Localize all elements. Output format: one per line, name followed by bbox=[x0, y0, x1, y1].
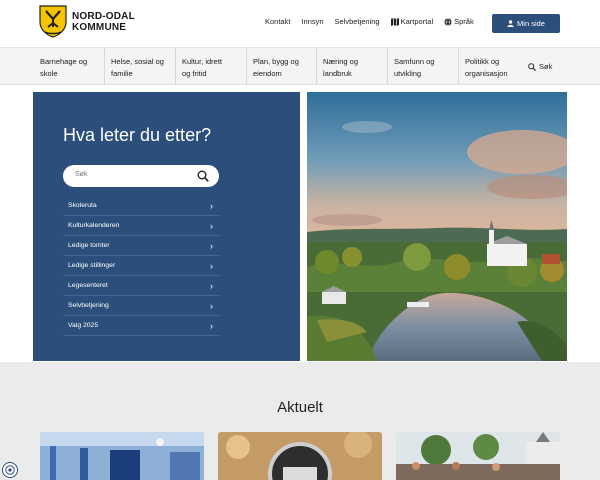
chevron-right-icon: › bbox=[210, 280, 213, 291]
kartportal-label: Kartportal bbox=[400, 17, 434, 26]
chevron-right-icon: › bbox=[210, 260, 213, 271]
map-icon bbox=[390, 17, 399, 26]
nav-search-button[interactable]: Søk bbox=[528, 62, 552, 71]
nav-label: utvikling bbox=[394, 68, 422, 78]
nav-label: og fritid bbox=[182, 68, 207, 78]
chevron-right-icon: › bbox=[210, 320, 213, 331]
quick-link-label: Valg 2025 bbox=[68, 322, 99, 329]
innsyn-label: Innsyn bbox=[301, 17, 324, 26]
user-icon bbox=[507, 20, 514, 27]
my-page-label: Min side bbox=[517, 19, 545, 28]
hero-title: Hva leter du etter? bbox=[63, 125, 212, 145]
my-page-button[interactable]: Min side bbox=[492, 14, 560, 33]
quick-link-ledige-tomter[interactable]: Ledige tomter › bbox=[63, 236, 219, 256]
nav-item-helse[interactable]: Helse, sosial og familie bbox=[104, 48, 175, 85]
search-panel: Hva leter du etter? Søk Skoleruta › Kultu… bbox=[33, 92, 300, 361]
nav-label: familie bbox=[111, 68, 133, 78]
quick-link-label: Selvbetjening bbox=[68, 302, 109, 309]
quick-link-selvbetjening[interactable]: Selvbetjening › bbox=[63, 296, 219, 316]
quick-link-ledige-stillinger[interactable]: Ledige stillinger › bbox=[63, 256, 219, 276]
quick-link-legesenteret[interactable]: Legesenteret › bbox=[63, 276, 219, 296]
nav-label: skole bbox=[40, 68, 58, 78]
quick-link-label: Ledige tomter bbox=[68, 242, 110, 249]
accessibility-button[interactable] bbox=[2, 462, 18, 478]
nav-item-naering[interactable]: Næring og landbruk bbox=[316, 48, 387, 85]
nav-label: Politikk og bbox=[465, 57, 500, 66]
news-card[interactable] bbox=[40, 432, 204, 480]
nav-item-plan[interactable]: Plan, bygg og eiendom bbox=[246, 48, 316, 85]
nav-label: Næring og bbox=[323, 57, 359, 66]
nav-label: landbruk bbox=[323, 68, 352, 78]
hero-photo bbox=[307, 92, 567, 361]
quick-link-kulturkalenderen[interactable]: Kulturkalenderen › bbox=[63, 216, 219, 236]
logo-line-2: KOMMUNE bbox=[72, 21, 127, 33]
nav-label: Helse, sosial og bbox=[111, 57, 164, 66]
globe-icon bbox=[444, 17, 452, 26]
kontakt-link[interactable]: Kontakt bbox=[265, 17, 290, 26]
nav-item-samfunn[interactable]: Samfunn og utvikling bbox=[387, 48, 458, 85]
news-card-image bbox=[218, 432, 382, 480]
logo[interactable]: NORD-ODAL KOMMUNE bbox=[39, 5, 135, 38]
quick-link-valg-2025[interactable]: Valg 2025 › bbox=[63, 316, 219, 336]
nav-label: Samfunn og bbox=[394, 57, 435, 66]
kartportal-link[interactable]: Kartportal bbox=[390, 17, 434, 26]
chevron-right-icon: › bbox=[210, 240, 213, 251]
news-card[interactable] bbox=[218, 432, 382, 480]
innsyn-link[interactable]: Innsyn bbox=[301, 17, 323, 26]
chevron-right-icon: › bbox=[210, 220, 213, 231]
news-card-image bbox=[40, 432, 204, 480]
search-icon[interactable] bbox=[197, 170, 209, 182]
chevron-right-icon: › bbox=[210, 300, 213, 311]
nav-label: Kultur, idrett bbox=[182, 57, 223, 66]
news-card-image bbox=[396, 432, 560, 480]
quick-link-label: Skoleruta bbox=[68, 202, 97, 209]
news-section: Aktuelt bbox=[0, 362, 600, 480]
sprak-link[interactable]: Språk bbox=[444, 17, 474, 26]
nav-item-politikk[interactable]: Politikk og organisasjon bbox=[458, 48, 528, 85]
accessibility-icon bbox=[5, 465, 15, 475]
site-header: NORD-ODAL KOMMUNE Kontakt Innsyn Selvbet… bbox=[0, 0, 600, 47]
search-icon bbox=[528, 62, 536, 71]
nav-label: Plan, bygg og bbox=[253, 57, 299, 66]
kontakt-label: Kontakt bbox=[265, 17, 291, 26]
selvbetjening-link[interactable]: Selvbetjening bbox=[335, 17, 380, 26]
nav-item-kultur[interactable]: Kultur, idrett og fritid bbox=[175, 48, 246, 85]
nav-label: organisasjon bbox=[465, 68, 508, 78]
news-card[interactable] bbox=[396, 432, 560, 480]
selvbetjening-label: Selvbetjening bbox=[334, 17, 380, 26]
news-title: Aktuelt bbox=[277, 399, 323, 416]
main-nav: Barnehage og skole Helse, sosial og fami… bbox=[0, 47, 600, 85]
sprak-label: Språk bbox=[454, 17, 474, 26]
coat-of-arms-icon bbox=[39, 5, 67, 38]
nav-item-barnehage[interactable]: Barnehage og skole bbox=[40, 48, 104, 85]
nav-search-label: Søk bbox=[539, 62, 553, 71]
hero-search-input[interactable]: Søk bbox=[63, 165, 219, 187]
chevron-right-icon: › bbox=[210, 200, 213, 211]
logo-line-1: NORD-ODAL bbox=[72, 10, 135, 22]
landscape-photo bbox=[307, 92, 567, 361]
logo-text: NORD-ODAL KOMMUNE bbox=[72, 11, 135, 33]
quick-link-label: Legesenteret bbox=[68, 282, 108, 289]
quick-link-label: Kulturkalenderen bbox=[68, 222, 120, 229]
quick-link-label: Ledige stillinger bbox=[68, 262, 116, 269]
quick-links: Skoleruta › Kulturkalenderen › Ledige tomt… bbox=[63, 196, 219, 336]
nav-label: eiendom bbox=[253, 68, 282, 78]
nav-label: Barnehage og bbox=[40, 57, 88, 66]
search-placeholder: Søk bbox=[75, 171, 88, 178]
quick-link-skoleruta[interactable]: Skoleruta › bbox=[63, 196, 219, 216]
utility-links: Kontakt Innsyn Selvbetjening Kartportal … bbox=[265, 17, 485, 26]
